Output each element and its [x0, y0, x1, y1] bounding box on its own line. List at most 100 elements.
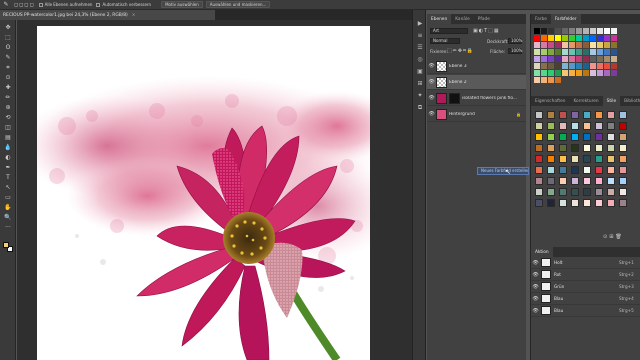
layer-row[interactable]: 👁 isolated flowers pink flo...	[427, 91, 526, 106]
opacity-input[interactable]: 100%	[508, 38, 522, 44]
color-swatch[interactable]	[604, 42, 610, 48]
color-swatch[interactable]	[534, 70, 540, 76]
panel-shortcut-icon[interactable]: ☰	[416, 44, 424, 52]
color-swatch[interactable]	[534, 49, 540, 55]
color-swatch[interactable]	[534, 42, 540, 48]
tab-kanaele[interactable]: Kanäle	[451, 14, 474, 24]
visibility-eye-icon[interactable]: 👁	[531, 272, 540, 278]
style-preset[interactable]	[595, 188, 603, 196]
style-preset[interactable]	[595, 122, 603, 130]
lasso-tool-icon[interactable]: ʘ	[3, 44, 13, 52]
style-preset[interactable]	[619, 111, 627, 119]
panel-shortcut-icon[interactable]: ◎	[416, 56, 424, 64]
style-preset[interactable]	[583, 122, 591, 130]
color-swatch[interactable]	[548, 70, 554, 76]
marquee-tool-icon[interactable]: ⬚	[3, 34, 13, 42]
panel-shortcut-icon[interactable]: ≡	[416, 32, 424, 40]
style-preset[interactable]	[595, 111, 603, 119]
color-swatch[interactable]	[562, 35, 568, 41]
style-preset[interactable]	[547, 177, 555, 185]
color-swatch[interactable]	[583, 35, 589, 41]
color-swatch[interactable]	[548, 49, 554, 55]
style-preset[interactable]	[583, 144, 591, 152]
style-preset[interactable]	[547, 144, 555, 152]
color-swatch[interactable]	[583, 42, 589, 48]
style-preset[interactable]	[571, 133, 579, 141]
panel-shortcut-icon[interactable]: ⧉	[416, 104, 424, 112]
panel-shortcut-icon[interactable]: ▶	[416, 20, 424, 28]
color-swatch[interactable]	[604, 70, 610, 76]
color-swatch[interactable]	[583, 49, 589, 55]
color-swatch[interactable]	[548, 42, 554, 48]
color-swatch[interactable]	[541, 63, 547, 69]
quick-select-tool-icon[interactable]: ✎	[3, 54, 13, 62]
color-swatch[interactable]	[562, 63, 568, 69]
color-swatch[interactable]	[548, 77, 554, 83]
color-swatch[interactable]	[576, 63, 582, 69]
pen-tool-icon[interactable]: ✒	[3, 164, 13, 172]
visibility-eye-icon[interactable]: 👁	[531, 284, 540, 290]
layer-row[interactable]: 👁 Ebene 2	[427, 75, 526, 90]
brush-tool-icon[interactable]: ✏	[3, 94, 13, 102]
style-preset[interactable]	[559, 188, 567, 196]
style-preset[interactable]	[595, 144, 603, 152]
action-row[interactable]: 👁 Grün Strg+3	[531, 281, 640, 293]
style-preset[interactable]	[583, 199, 591, 207]
color-swatch[interactable]	[562, 56, 568, 62]
tab-stile[interactable]: Stile	[602, 96, 621, 106]
color-swatch[interactable]	[555, 77, 561, 83]
more-tools-icon[interactable]: ···	[3, 224, 13, 232]
action-row[interactable]: 👁 Holt Strg+1	[531, 257, 640, 269]
clone-tool-icon[interactable]: ⊛	[3, 104, 13, 112]
style-preset[interactable]	[559, 111, 567, 119]
layer-row[interactable]: 👁 Hintergrund 🔒	[427, 107, 526, 122]
style-preset[interactable]	[547, 188, 555, 196]
color-swatch[interactable]	[611, 49, 617, 55]
color-swatch[interactable]	[590, 63, 596, 69]
color-swatch[interactable]	[541, 35, 547, 41]
eyedropper-tool-icon[interactable]: ⊙	[3, 74, 13, 82]
color-swatch[interactable]	[590, 49, 596, 55]
eraser-tool-icon[interactable]: ◫	[3, 124, 13, 132]
color-swatch[interactable]	[611, 28, 617, 34]
blend-mode-select[interactable]: Normal	[430, 38, 460, 44]
color-swatch[interactable]	[555, 63, 561, 69]
color-swatch[interactable]	[583, 63, 589, 69]
color-swatch[interactable]	[569, 70, 575, 76]
color-swatch[interactable]	[548, 56, 554, 62]
panel-shortcut-icon[interactable]: ⊞	[416, 80, 424, 88]
color-swatch[interactable]	[611, 35, 617, 41]
color-swatch[interactable]	[611, 70, 617, 76]
color-swatch[interactable]	[569, 63, 575, 69]
color-swatch[interactable]	[597, 56, 603, 62]
style-preset[interactable]	[571, 199, 579, 207]
color-swatch[interactable]	[555, 42, 561, 48]
color-swatch[interactable]	[569, 35, 575, 41]
color-swatch[interactable]	[597, 42, 603, 48]
style-preset[interactable]	[583, 188, 591, 196]
style-preset[interactable]	[595, 155, 603, 163]
color-swatch[interactable]	[569, 56, 575, 62]
style-preset[interactable]	[535, 166, 543, 174]
style-preset[interactable]	[619, 199, 627, 207]
color-swatch[interactable]	[590, 42, 596, 48]
tab-korrekturen[interactable]: Korrekturen	[569, 96, 602, 106]
style-preset[interactable]	[547, 166, 555, 174]
style-preset[interactable]	[535, 111, 543, 119]
style-preset[interactable]	[583, 111, 591, 119]
style-preset[interactable]	[607, 122, 615, 130]
color-swatch[interactable]	[541, 49, 547, 55]
color-swatch[interactable]	[534, 35, 540, 41]
option-automatisch[interactable]: Automatisch verbessern	[96, 2, 151, 7]
style-preset[interactable]	[535, 155, 543, 163]
color-swatch[interactable]	[555, 56, 561, 62]
layer-filter-select[interactable]: Art	[430, 28, 468, 34]
action-row[interactable]: 👁 Rot Strg+2	[531, 269, 640, 281]
foreground-color-swatch[interactable]	[3, 242, 9, 248]
style-preset[interactable]	[571, 166, 579, 174]
style-preset[interactable]	[559, 166, 567, 174]
style-preset[interactable]	[571, 111, 579, 119]
style-preset[interactable]	[535, 199, 543, 207]
color-swatch[interactable]	[562, 70, 568, 76]
dodge-tool-icon[interactable]: ◐	[3, 154, 13, 162]
